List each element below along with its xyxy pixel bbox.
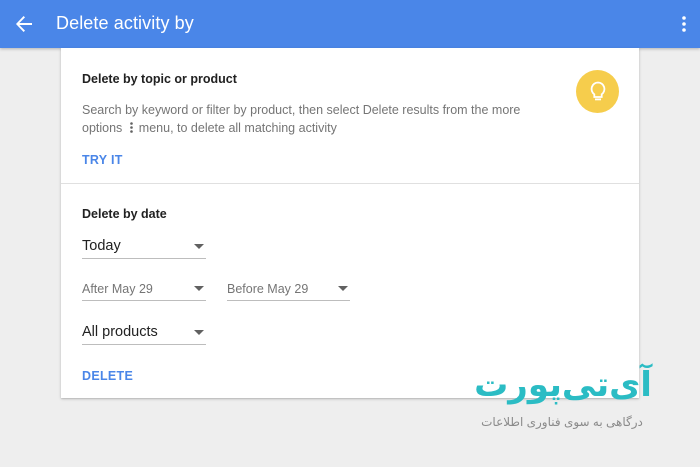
after-date-select[interactable]: After May 29 (82, 276, 206, 301)
topic-section-heading: Delete by topic or product (82, 72, 237, 86)
page-title: Delete activity by (56, 13, 194, 33)
watermark-tagline: درگاهی به سوی فناوری اطلاعات (481, 415, 643, 429)
date-section-heading: Delete by date (82, 207, 167, 221)
chevron-down-icon (194, 286, 204, 291)
before-date-value: Before May 29 (227, 282, 309, 296)
lightbulb-icon (576, 70, 619, 113)
chevron-down-icon (194, 330, 204, 335)
delete-activity-card: Delete by topic or product Search by key… (61, 48, 639, 398)
chevron-down-icon (194, 244, 204, 249)
section-divider (61, 183, 639, 184)
app-bar: Delete activity by (0, 0, 700, 48)
watermark-logo: آی‌تی‌پورت (474, 366, 652, 404)
back-arrow-icon[interactable] (12, 12, 36, 36)
delete-button[interactable]: DELETE (82, 369, 133, 383)
product-select[interactable]: All products (82, 320, 206, 345)
date-range-select[interactable]: Today (82, 234, 206, 259)
topic-section: Delete by topic or product Search by key… (61, 48, 639, 183)
inline-more-options-icon (129, 120, 133, 138)
before-date-select[interactable]: Before May 29 (227, 276, 350, 301)
watermark: آی‌تی‌پورت درگاهی به سوی فناوری اطلاعات (462, 365, 662, 435)
after-date-value: After May 29 (82, 282, 153, 296)
product-value: All products (82, 324, 158, 340)
more-options-icon[interactable] (676, 12, 692, 36)
chevron-down-icon (338, 286, 348, 291)
description-text-2: menu, to delete all matching activity (138, 121, 337, 135)
topic-section-description: Search by keyword or filter by product, … (82, 101, 532, 138)
date-range-value: Today (82, 238, 121, 254)
try-it-button[interactable]: TRY IT (82, 153, 123, 167)
